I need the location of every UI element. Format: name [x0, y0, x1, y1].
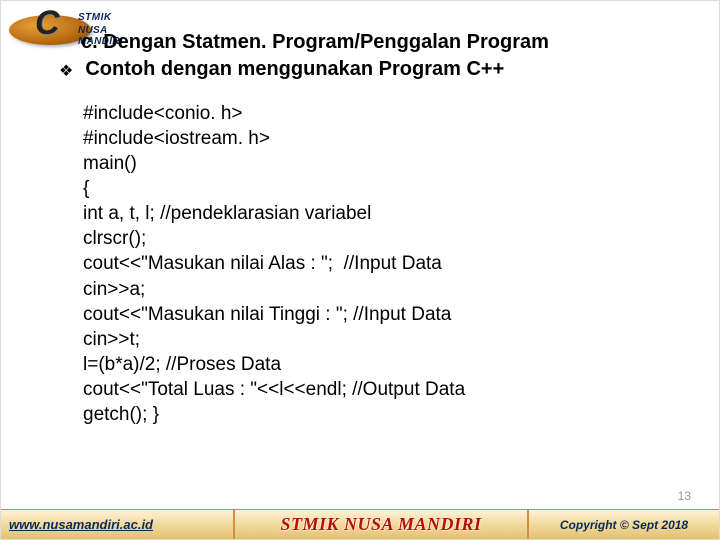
code-line: #include<conio. h>: [83, 101, 679, 126]
code-line: getch(); }: [83, 402, 679, 427]
code-line: l=(b*a)/2; //Proses Data: [83, 352, 679, 377]
code-line: int a, t, l; //pendeklarasian variabel: [83, 201, 679, 226]
slide-content: c. Dengan Statmen. Program/Penggalan Pro…: [61, 29, 679, 427]
code-line: cout<<"Masukan nilai Tinggi : "; //Input…: [83, 302, 679, 327]
code-line: cout<<"Total Luas : "<<l<<endl; //Output…: [83, 377, 679, 402]
footer-bar: www.nusamandiri.ac.id STMIK NUSA MANDIRI…: [1, 509, 719, 539]
footer-copyright: Copyright © Sept 2018: [529, 510, 719, 539]
logo-text-line1: STMIK: [78, 12, 112, 23]
code-line: #include<iostream. h>: [83, 126, 679, 151]
code-line: clrscr();: [83, 226, 679, 251]
heading-bullet-row: ❖ Contoh dengan menggunakan Program C++: [59, 56, 679, 83]
footer-url[interactable]: www.nusamandiri.ac.id: [1, 510, 235, 539]
code-line: cin>>a;: [83, 277, 679, 302]
code-line: cout<<"Masukan nilai Alas : "; //Input D…: [83, 251, 679, 276]
heading-line2: Contoh dengan menggunakan Program C++: [85, 56, 504, 83]
code-line: main(): [83, 151, 679, 176]
logo-letter: C: [35, 4, 60, 43]
slide-number: 13: [678, 489, 691, 503]
heading-line1: c. Dengan Statmen. Program/Penggalan Pro…: [81, 29, 679, 56]
code-line: cin>>t;: [83, 327, 679, 352]
footer-center-title: STMIK NUSA MANDIRI: [235, 510, 529, 539]
diamond-bullet-icon: ❖: [59, 61, 73, 81]
code-block: #include<conio. h> #include<iostream. h>…: [83, 101, 679, 427]
code-line: {: [83, 176, 679, 201]
footer-url-link[interactable]: www.nusamandiri.ac.id: [9, 517, 153, 532]
